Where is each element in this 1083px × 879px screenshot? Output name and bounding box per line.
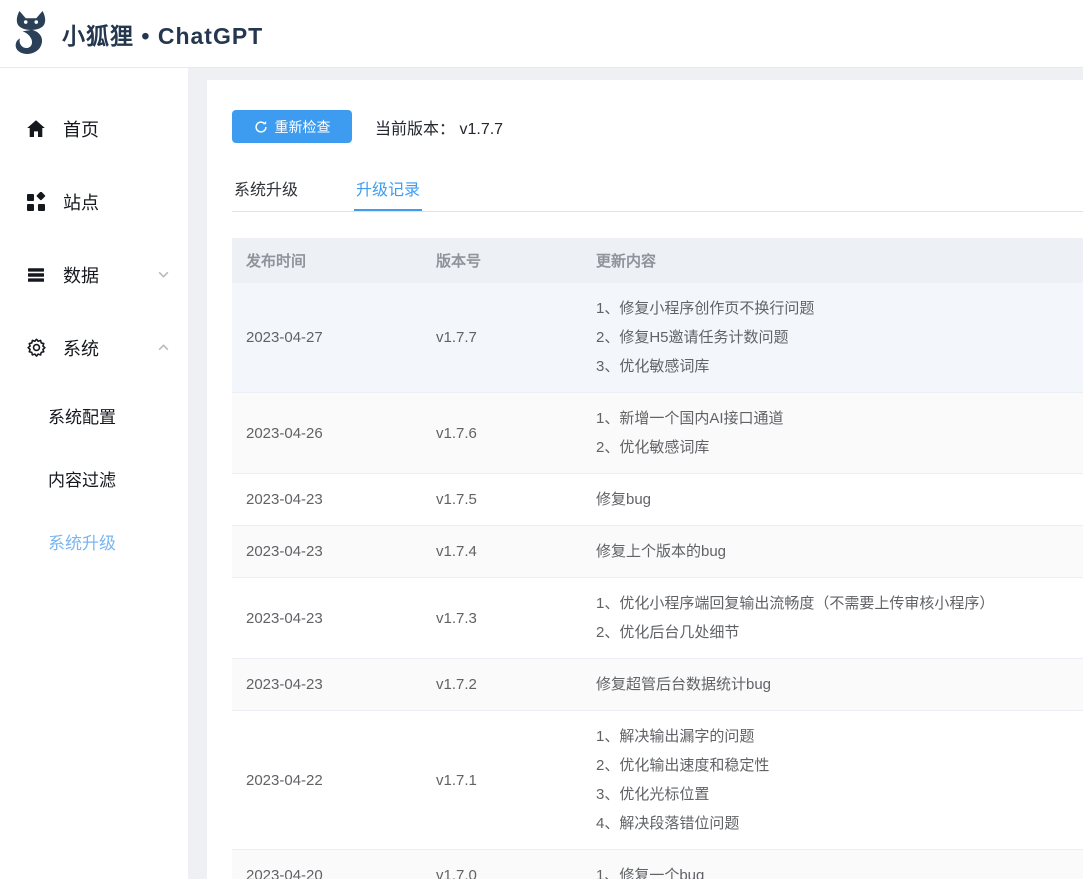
- update-content: 修复上个版本的bug: [582, 537, 1083, 566]
- update-line: 1、新增一个国内AI接口通道: [596, 404, 1083, 433]
- main-content: 重新检查 当前版本： v1.7.7 系统升级 升级记录 发布时间 版本号 更新内…: [207, 80, 1083, 879]
- update-content: 修复超管后台数据统计bug: [582, 670, 1083, 699]
- sidebar-item-content-filter[interactable]: 内容过滤: [0, 447, 188, 510]
- sidebar-item-sites[interactable]: 站点: [0, 165, 188, 238]
- current-version-label: 当前版本：: [375, 121, 455, 138]
- update-content: 1、修复小程序创作页不换行问题 2、修复H5邀请任务计数问题 3、优化敏感词库: [582, 294, 1083, 381]
- version-number: v1.7.5: [422, 491, 582, 508]
- version-number: v1.7.1: [422, 772, 582, 789]
- sidebar-item-data[interactable]: 数据: [0, 238, 188, 311]
- update-content: 修复bug: [582, 485, 1083, 514]
- version-number: v1.7.6: [422, 425, 582, 442]
- release-date: 2023-04-23: [232, 610, 422, 627]
- tab-system-upgrade[interactable]: 系统升级: [232, 171, 300, 211]
- update-line: 1、修复一个bug: [596, 861, 1083, 879]
- upgrade-records-table: 发布时间 版本号 更新内容 2023-04-27 v1.7.7 1、修复小程序创…: [232, 238, 1083, 879]
- sidebar-item-label: 系统: [63, 335, 157, 361]
- app-title: 小狐狸 • ChatGPT: [62, 17, 263, 51]
- update-line: 修复上个版本的bug: [596, 537, 1083, 566]
- sites-icon: [25, 191, 47, 213]
- sidebar-item-label: 数据: [63, 262, 157, 288]
- version-number: v1.7.2: [422, 676, 582, 693]
- update-line: 3、优化敏感词库: [596, 352, 1083, 381]
- sidebar-item-system-upgrade[interactable]: 系统升级: [0, 510, 188, 573]
- update-line: 1、解决输出漏字的问题: [596, 722, 1083, 751]
- sidebar-item-label: 首页: [63, 116, 170, 142]
- update-line: 2、优化输出速度和稳定性: [596, 751, 1083, 780]
- update-content: 1、优化小程序端回复输出流畅度（不需要上传审核小程序） 2、优化后台几处细节: [582, 589, 1083, 647]
- table-header: 发布时间 版本号 更新内容: [232, 238, 1083, 283]
- release-date: 2023-04-26: [232, 425, 422, 442]
- table-row: 2023-04-20 v1.7.0 1、修复一个bug: [232, 850, 1083, 879]
- recheck-button[interactable]: 重新检查: [232, 110, 352, 143]
- app-header: 小狐狸 • ChatGPT: [0, 0, 1083, 68]
- table-row: 2023-04-23 v1.7.3 1、优化小程序端回复输出流畅度（不需要上传审…: [232, 578, 1083, 659]
- version-number: v1.7.0: [422, 867, 582, 879]
- app-logo: 小狐狸 • ChatGPT: [8, 9, 263, 59]
- column-header-date: 发布时间: [232, 250, 422, 271]
- table-row: 2023-04-23 v1.7.2 修复超管后台数据统计bug: [232, 659, 1083, 711]
- update-line: 修复超管后台数据统计bug: [596, 670, 1083, 699]
- sidebar-subitem-label: 系统配置: [48, 403, 116, 428]
- table-row: 2023-04-27 v1.7.7 1、修复小程序创作页不换行问题 2、修复H5…: [232, 283, 1083, 393]
- update-line: 1、修复小程序创作页不换行问题: [596, 294, 1083, 323]
- table-row: 2023-04-22 v1.7.1 1、解决输出漏字的问题 2、优化输出速度和稳…: [232, 711, 1083, 850]
- sidebar-item-home[interactable]: 首页: [0, 92, 188, 165]
- sidebar: 首页 站点 数据: [0, 68, 188, 879]
- sidebar-item-system-config[interactable]: 系统配置: [0, 384, 188, 447]
- update-line: 2、优化敏感词库: [596, 433, 1083, 462]
- release-date: 2023-04-23: [232, 676, 422, 693]
- release-date: 2023-04-23: [232, 491, 422, 508]
- current-version: 当前版本： v1.7.7: [375, 115, 503, 139]
- update-content: 1、新增一个国内AI接口通道 2、优化敏感词库: [582, 404, 1083, 462]
- sidebar-subitem-label: 内容过滤: [48, 466, 116, 491]
- gear-icon: [25, 337, 47, 359]
- data-icon: [25, 264, 47, 286]
- refresh-icon: [254, 120, 268, 134]
- release-date: 2023-04-23: [232, 543, 422, 560]
- current-version-value: v1.7.7: [459, 121, 503, 138]
- release-date: 2023-04-22: [232, 772, 422, 789]
- table-row: 2023-04-26 v1.7.6 1、新增一个国内AI接口通道 2、优化敏感词…: [232, 393, 1083, 474]
- release-date: 2023-04-20: [232, 867, 422, 879]
- tab-bar: 系统升级 升级记录: [232, 171, 1083, 212]
- recheck-button-label: 重新检查: [275, 117, 331, 137]
- update-content: 1、解决输出漏字的问题 2、优化输出速度和稳定性 3、优化光标位置 4、解决段落…: [582, 722, 1083, 838]
- chevron-up-icon: [157, 341, 170, 354]
- sidebar-item-system[interactable]: 系统: [0, 311, 188, 384]
- update-line: 2、优化后台几处细节: [596, 618, 1083, 647]
- version-number: v1.7.7: [422, 329, 582, 346]
- chevron-down-icon: [157, 268, 170, 281]
- version-number: v1.7.3: [422, 610, 582, 627]
- version-number: v1.7.4: [422, 543, 582, 560]
- column-header-content: 更新内容: [582, 250, 1083, 271]
- update-content: 1、修复一个bug: [582, 861, 1083, 879]
- sidebar-item-label: 站点: [63, 189, 170, 215]
- release-date: 2023-04-27: [232, 329, 422, 346]
- table-row: 2023-04-23 v1.7.5 修复bug: [232, 474, 1083, 526]
- update-line: 4、解决段落错位问题: [596, 809, 1083, 838]
- update-line: 1、优化小程序端回复输出流畅度（不需要上传审核小程序）: [596, 589, 1083, 618]
- column-header-version: 版本号: [422, 250, 582, 271]
- update-line: 3、优化光标位置: [596, 780, 1083, 809]
- fox-logo-icon: [8, 9, 54, 59]
- update-line: 修复bug: [596, 485, 1083, 514]
- sidebar-subitem-label: 系统升级: [48, 529, 116, 554]
- home-icon: [25, 118, 47, 140]
- update-line: 2、修复H5邀请任务计数问题: [596, 323, 1083, 352]
- tab-upgrade-records[interactable]: 升级记录: [354, 171, 422, 211]
- table-row: 2023-04-23 v1.7.4 修复上个版本的bug: [232, 526, 1083, 578]
- toolbar: 重新检查 当前版本： v1.7.7: [232, 110, 1083, 143]
